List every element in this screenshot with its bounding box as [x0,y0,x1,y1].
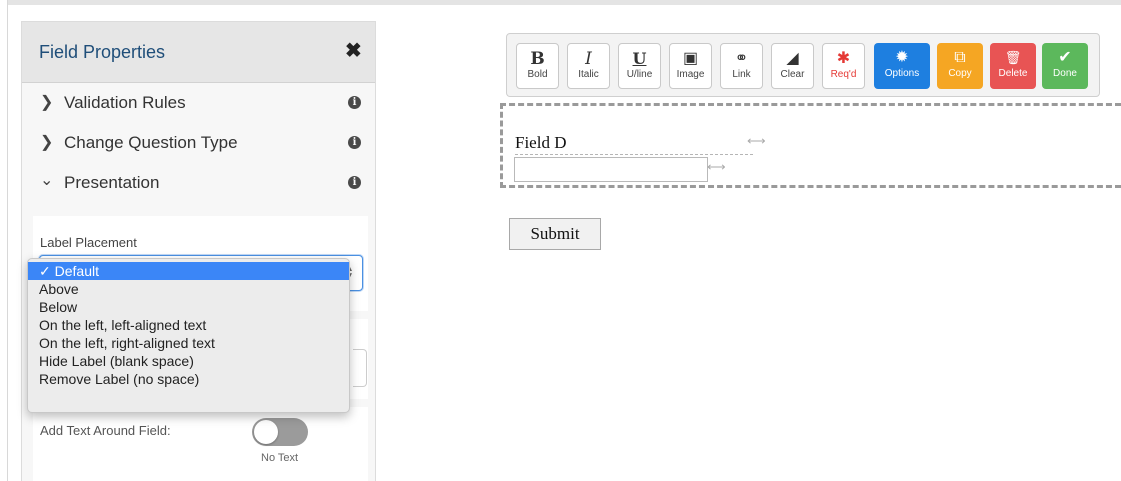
dropdown-option-default[interactable]: ✓ Default [28,262,349,280]
link-button[interactable]: ⚭ Link [720,43,763,89]
button-label: Italic [578,69,599,80]
clear-button[interactable]: ◢ Clear [771,43,814,89]
delete-button[interactable]: 🗑 Delete [990,43,1036,89]
options-button[interactable]: ✹ Options [874,43,930,89]
left-border [0,0,8,481]
trash-icon: 🗑 [1004,50,1022,65]
bold-icon: B [530,49,545,69]
section-change-question-type[interactable]: ❯ Change Question Type i [22,123,375,163]
italic-button[interactable]: I Italic [567,43,610,89]
hidden-input-edge [353,349,367,387]
gear-icon: ✹ [895,49,909,66]
italic-icon: I [585,49,592,69]
add-text-card: Add Text Around Field: No Text [33,407,368,481]
section-label: Presentation [64,173,160,192]
button-label: Copy [948,68,972,79]
section-presentation[interactable]: ⌄ Presentation i [22,163,375,203]
dropdown-option-left-left-aligned[interactable]: On the left, left-aligned text [28,316,349,334]
section-label: Change Question Type [64,133,238,152]
button-label: Bold [527,69,548,80]
chevron-right-icon: ❯ [40,134,54,151]
done-button[interactable]: ✔ Done [1042,43,1088,89]
copy-icon: ⧉ [954,49,966,66]
image-icon: ▣ [682,50,699,67]
bold-button[interactable]: B Bold [516,43,559,89]
label-placement-label: Label Placement [40,235,137,250]
image-button[interactable]: ▣ Image [669,43,712,89]
close-icon[interactable]: ✖ [345,38,362,63]
required-button[interactable]: ✱ Req'd [822,43,865,89]
section-label: Validation Rules [64,93,186,112]
toggle-knob [254,420,278,444]
resize-handle-icon[interactable]: ⟷ [747,133,766,149]
button-label: Link [732,69,751,80]
submit-button[interactable]: Submit [509,218,601,250]
toggle-state-label: No Text [261,452,299,464]
chevron-down-icon: ⌄ [40,172,54,189]
selected-field-container[interactable]: Field D ⟷ ⟷ [500,103,1121,188]
button-label: Req'd [830,69,857,80]
button-label: Clear [780,69,805,80]
panel-header: Field Properties ✖ [22,22,375,83]
underline-button[interactable]: U U/line [618,43,661,89]
add-text-label: Add Text Around Field: [40,423,171,438]
top-border [0,0,1121,5]
info-icon[interactable]: i [348,96,361,109]
info-icon[interactable]: i [348,176,361,189]
copy-button[interactable]: ⧉ Copy [937,43,983,89]
option-label: Default [54,263,99,279]
dropdown-option-hide-label[interactable]: Hide Label (blank space) [28,352,349,370]
eraser-icon: ◢ [786,50,799,67]
button-label: Options [884,68,920,79]
label-placement-dropdown: ✓ Default Above Below On the left, left-… [27,258,350,413]
underline-icon: U [632,49,647,68]
add-text-toggle[interactable] [252,418,308,446]
dropdown-option-remove-label[interactable]: Remove Label (no space) [28,370,349,388]
resize-handle-icon[interactable]: ⟷ [707,159,726,175]
section-validation-rules[interactable]: ❯ Validation Rules i [22,83,375,123]
dropdown-option-left-right-aligned[interactable]: On the left, right-aligned text [28,334,349,352]
field-input[interactable] [514,157,708,182]
formatting-toolbar: B Bold I Italic U U/line ▣ Image ⚭ Link … [506,33,1100,97]
field-label[interactable]: Field D [515,133,753,155]
panel-title: Field Properties [39,42,166,62]
info-icon[interactable]: i [348,136,361,149]
button-label: Image [676,69,705,80]
chevron-right-icon: ❯ [40,94,54,111]
dropdown-option-below[interactable]: Below [28,298,349,316]
check-icon: ✔ [1058,49,1072,66]
asterisk-icon: ✱ [836,50,851,67]
link-icon: ⚭ [734,50,749,67]
button-label: Delete [998,68,1028,79]
button-label: Done [1053,68,1077,79]
dropdown-option-above[interactable]: Above [28,280,349,298]
button-label: U/line [626,69,653,80]
